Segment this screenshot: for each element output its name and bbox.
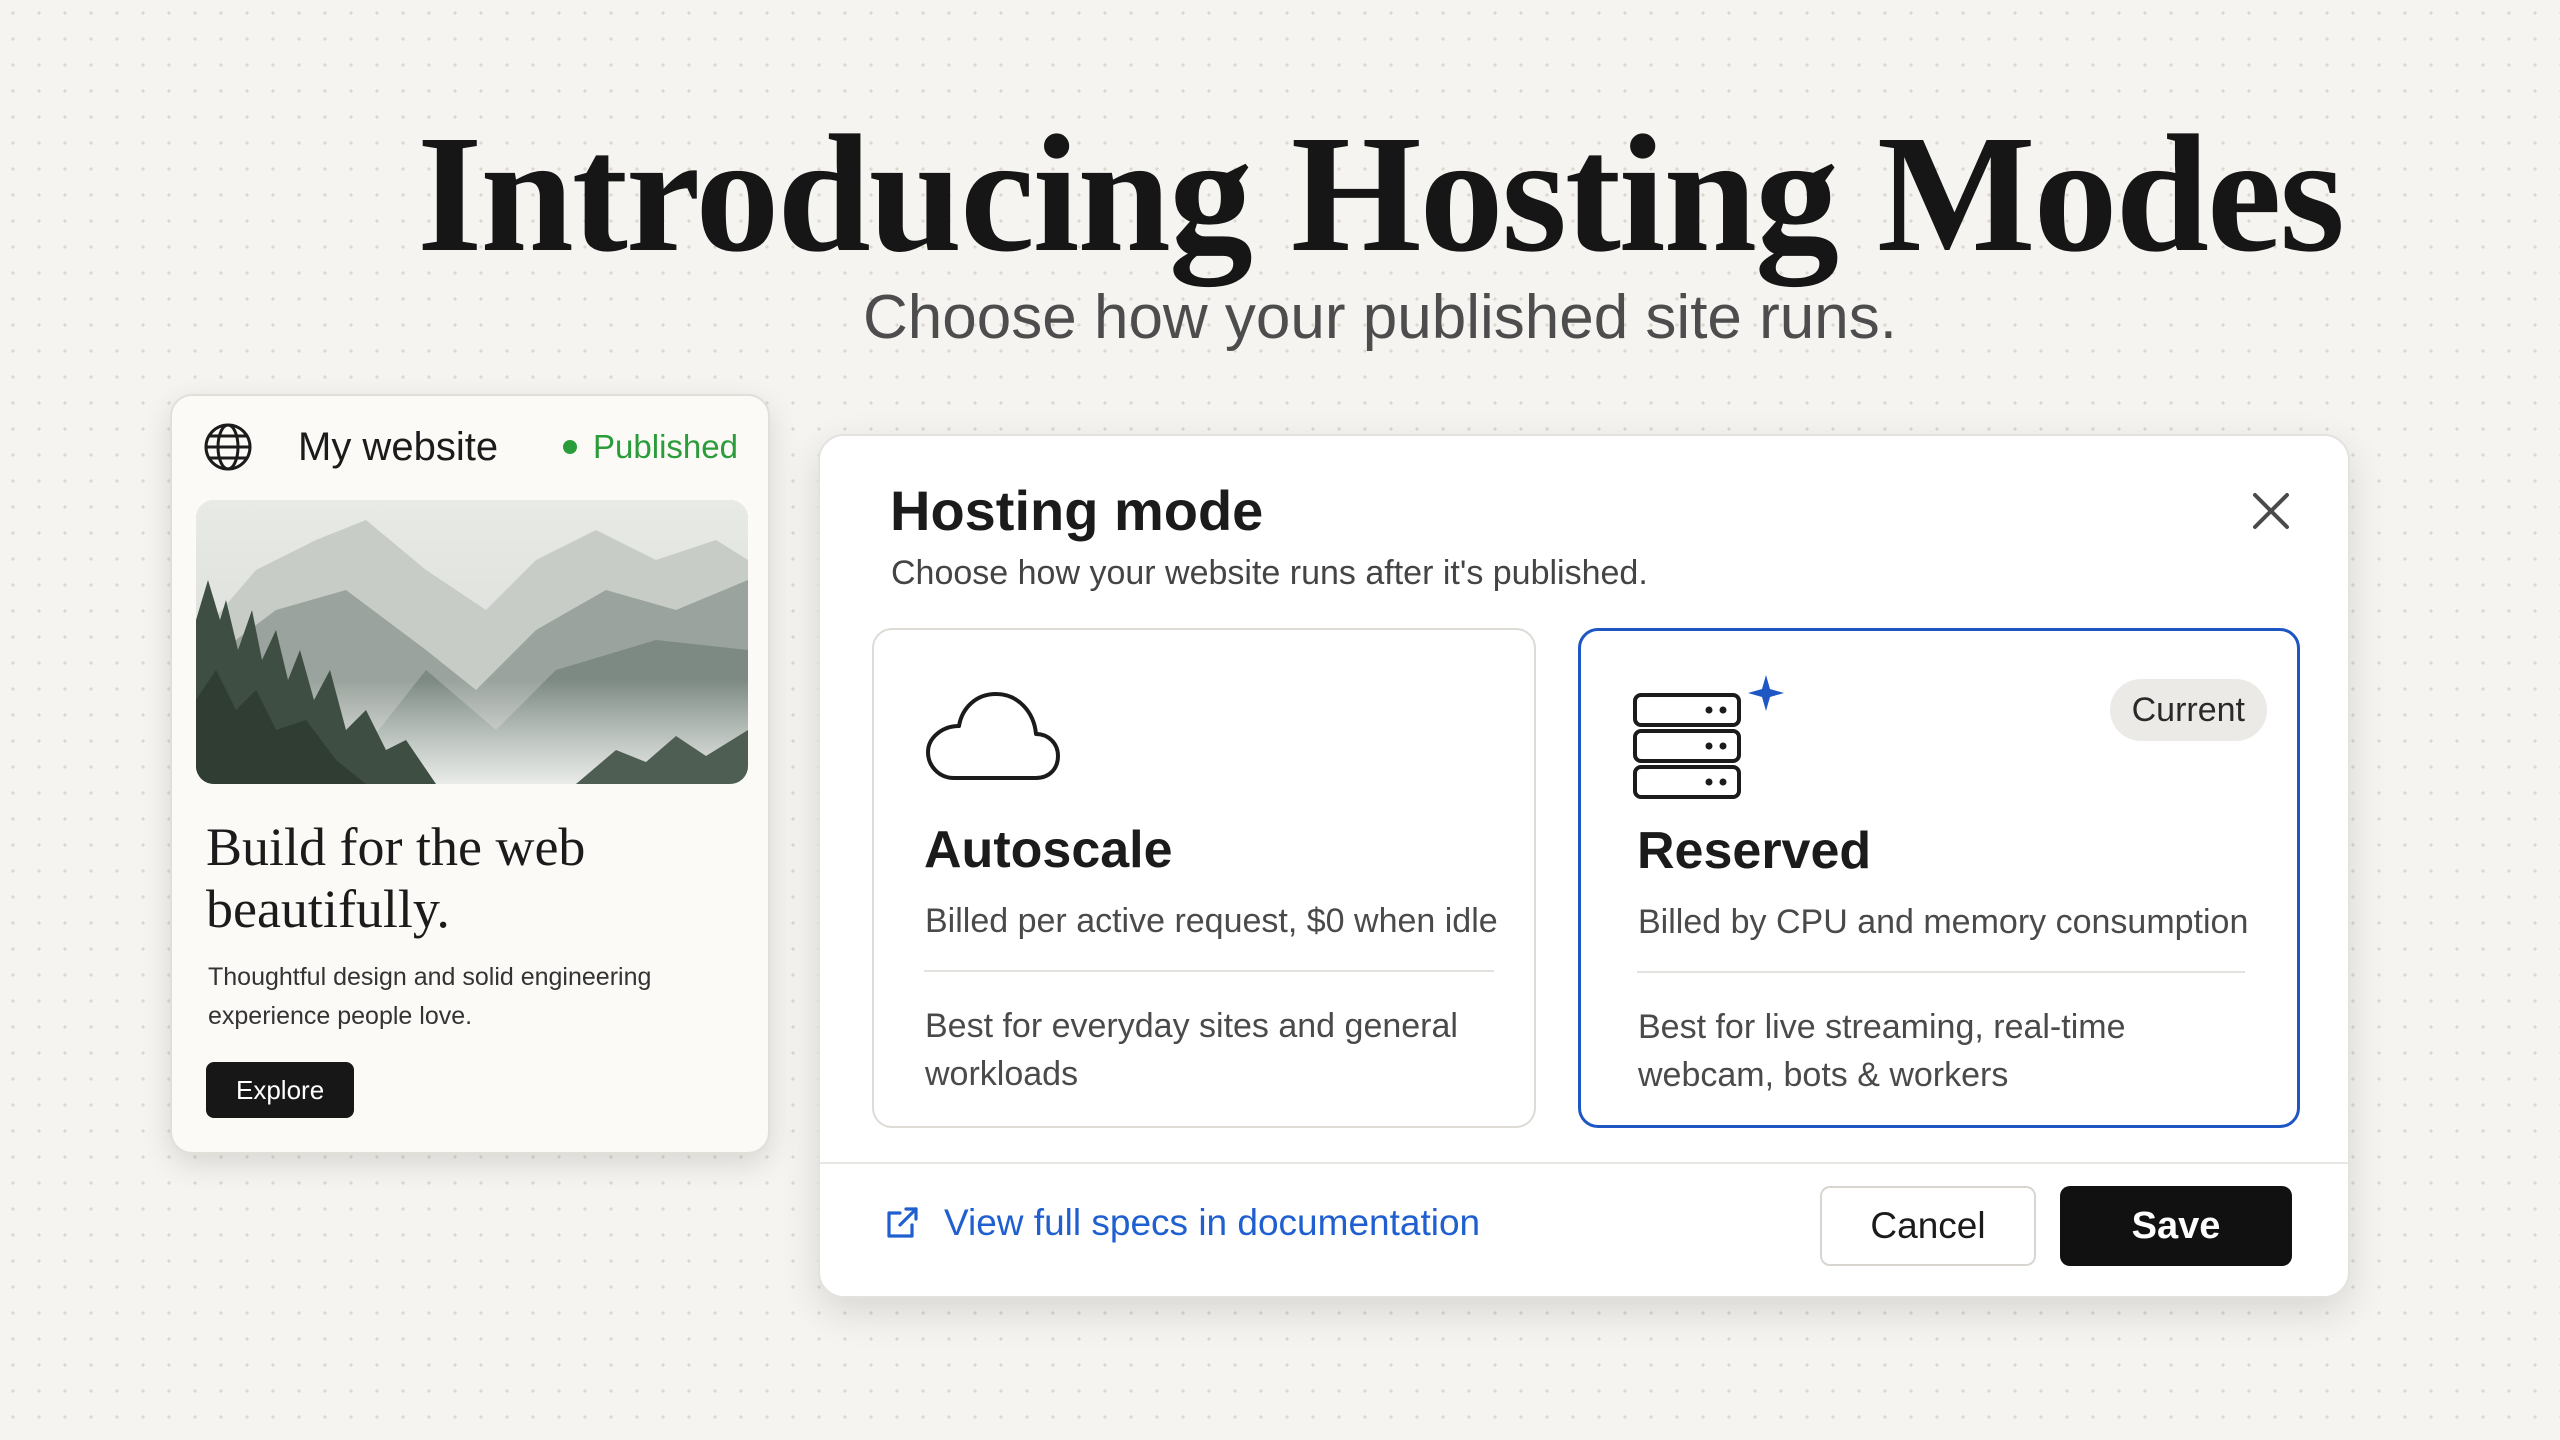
dialog-footer: View full specs in documentation Cancel … — [820, 1162, 2348, 1296]
external-link-icon — [887, 1207, 918, 1238]
website-headline: Build for the web beautifully. — [206, 817, 586, 940]
published-status: Published — [563, 428, 738, 466]
dialog-title: Hosting mode — [890, 479, 1264, 542]
cloud-icon — [926, 692, 1060, 780]
current-badge: Current — [2109, 679, 2267, 741]
website-card: My website Published Build for the web b… — [170, 394, 770, 1154]
website-name: My website — [298, 424, 499, 469]
website-card-header: My website Published — [202, 422, 738, 472]
mode-title: Autoscale — [924, 821, 1173, 879]
cancel-button[interactable]: Cancel — [1820, 1186, 2036, 1266]
documentation-link-label: View full specs in documentation — [944, 1202, 1481, 1243]
globe-icon — [204, 423, 252, 471]
divider — [1637, 971, 2245, 973]
close-button[interactable] — [2242, 482, 2300, 540]
server-sparkle-icon — [1633, 675, 1784, 799]
mode-title: Reserved — [1637, 822, 1872, 880]
mode-use-case: Best for everyday sites and general work… — [925, 1007, 1458, 1094]
mode-billing: Billed per active request, $0 when idle — [925, 902, 1498, 940]
website-body-text: Thoughtful design and solid engineering … — [208, 963, 652, 1030]
explore-button[interactable]: Explore — [206, 1062, 355, 1118]
mode-option-autoscale[interactable]: Autoscale Billed per active request, $0 … — [872, 628, 1536, 1128]
status-label: Published — [593, 428, 738, 465]
documentation-link[interactable]: View full specs in documentation — [882, 1202, 1480, 1244]
mode-billing: Billed by CPU and memory consumption — [1638, 903, 2249, 941]
mode-use-case: Best for live streaming, real-time webca… — [1638, 1008, 2126, 1095]
save-button[interactable]: Save — [2060, 1186, 2292, 1266]
dialog-subtitle: Choose how your website runs after it's … — [891, 554, 1648, 592]
hero-subtitle: Choose how your published site runs. — [863, 283, 1897, 352]
hero-title: Introducing Hosting Modes — [417, 101, 2345, 287]
hosting-mode-dialog: Hosting mode Choose how your website run… — [818, 434, 2350, 1298]
status-dot-icon — [563, 440, 578, 454]
website-hero-image — [196, 500, 748, 784]
divider — [924, 970, 1494, 972]
close-icon — [2253, 493, 2289, 529]
mode-option-reserved[interactable]: Current Reserved Billed by CPU and memor… — [1578, 628, 2300, 1128]
